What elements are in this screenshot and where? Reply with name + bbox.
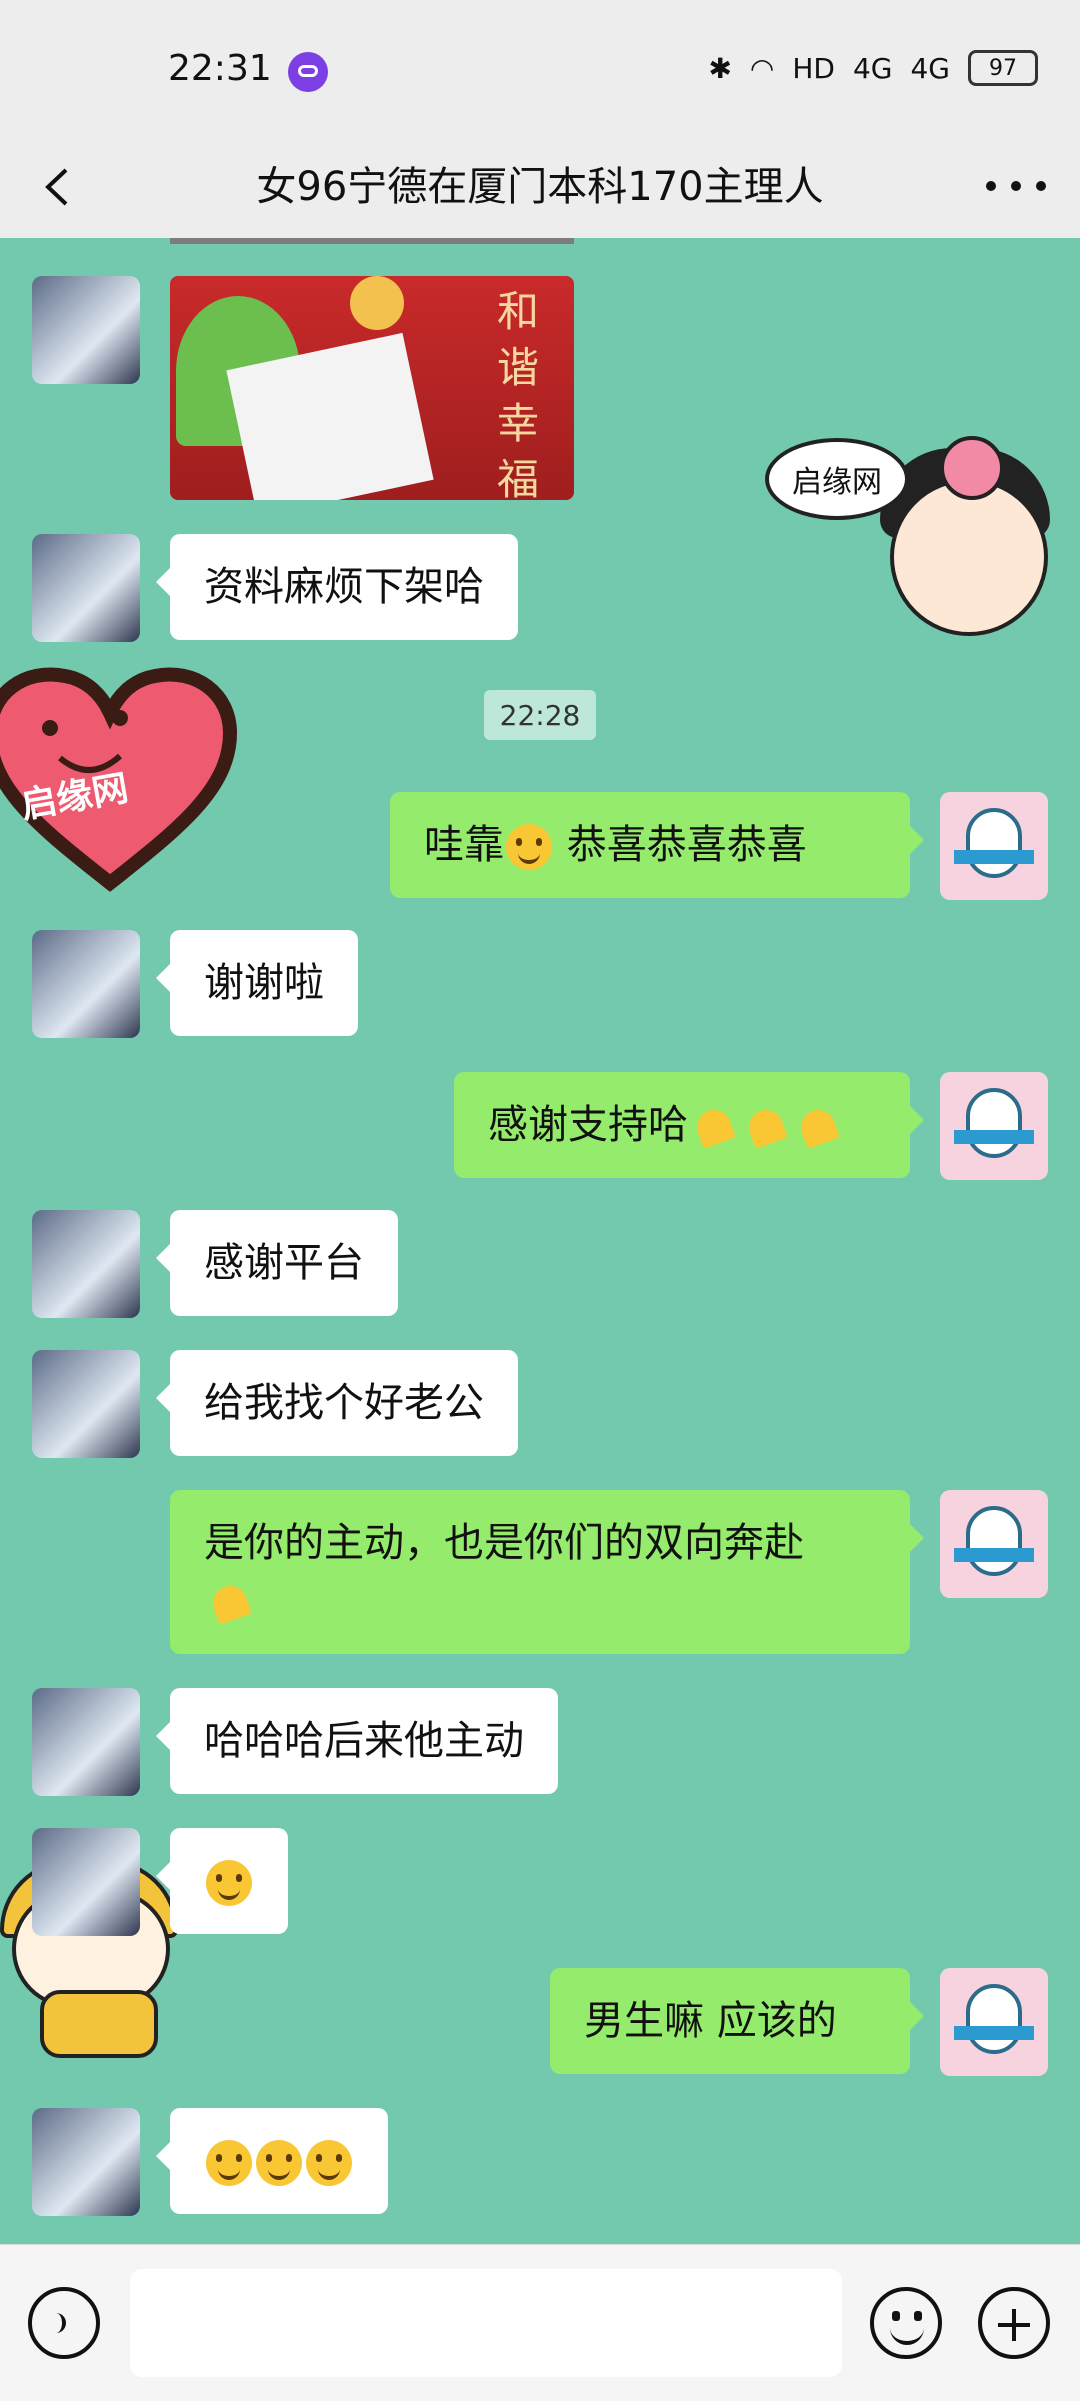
- message-input[interactable]: [130, 2269, 842, 2377]
- self-avatar[interactable]: [940, 1072, 1048, 1180]
- contact-avatar[interactable]: [32, 1210, 140, 1318]
- emoji-666-icon: [506, 824, 552, 870]
- status-bar: 22:31 ✱ ◠ HD 4G 4G 97: [0, 0, 1080, 140]
- wifi-icon: ◠: [749, 51, 775, 85]
- pray-hands-icon: [691, 1104, 737, 1150]
- message-bubble[interactable]: 谢谢啦: [156, 930, 358, 1036]
- grin-icon: [256, 2140, 302, 2186]
- battery-icon: 97: [968, 50, 1038, 86]
- sticker-sign: 启缘网: [765, 438, 909, 520]
- message-bubble-self[interactable]: 男生嘛 应该的: [550, 1968, 924, 2074]
- signal-icon-1: 4G: [852, 51, 893, 85]
- heart-sticker: 启缘网: [0, 658, 240, 898]
- previous-image-edge[interactable]: [170, 238, 574, 244]
- tears-of-joy-icon: [206, 1860, 252, 1906]
- message-bubble[interactable]: 哈哈哈后来他主动: [156, 1688, 558, 1794]
- message-text: 感谢支持哈: [488, 1102, 688, 1148]
- message-bubble[interactable]: 给我找个好老公: [156, 1350, 518, 1456]
- battery-level: 97: [989, 55, 1017, 81]
- grin-icon: [206, 2140, 252, 2186]
- photo-characters: 和谐幸福: [496, 287, 539, 500]
- message-text: 是你的主动，也是你们的双向奔赴: [204, 1520, 804, 1566]
- input-bar: [0, 2244, 1080, 2401]
- pray-hands-icon: [743, 1104, 789, 1150]
- seal-graphic: [350, 276, 404, 330]
- contact-avatar[interactable]: [32, 930, 140, 1038]
- message-bubble[interactable]: [156, 1828, 288, 1934]
- signal-icon-2: 4G: [910, 51, 950, 85]
- chat-title: 女96宁德在厦门本科170主理人: [256, 164, 824, 210]
- plus-icon[interactable]: [978, 2287, 1050, 2359]
- contact-avatar[interactable]: [32, 1688, 140, 1796]
- message-bubble[interactable]: 感谢平台: [156, 1210, 398, 1316]
- hd-badge: HD: [792, 51, 835, 85]
- time-divider: 22:28: [484, 690, 596, 740]
- emoji-icon[interactable]: [870, 2287, 942, 2359]
- contact-avatar[interactable]: [32, 1350, 140, 1458]
- contact-avatar[interactable]: [32, 534, 140, 642]
- more-options-icon[interactable]: [986, 166, 1046, 206]
- message-bubble[interactable]: 资料麻烦下架哈: [156, 534, 518, 640]
- message-bubble-self[interactable]: 感谢支持哈: [454, 1072, 924, 1178]
- app-notification-icon: [288, 52, 328, 92]
- shared-photo[interactable]: 和谐幸福: [170, 276, 574, 500]
- self-avatar[interactable]: [940, 792, 1048, 900]
- contact-avatar[interactable]: [32, 2108, 140, 2216]
- contact-avatar[interactable]: [32, 1828, 140, 1936]
- voice-icon[interactable]: [28, 2287, 100, 2359]
- self-avatar[interactable]: [940, 1490, 1048, 1598]
- status-time: 22:31: [168, 48, 272, 89]
- bluetooth-icon: ✱: [708, 51, 732, 85]
- message-text-2: 恭喜恭喜恭喜: [566, 822, 807, 868]
- grin-icon: [306, 2140, 352, 2186]
- sticker-princess: 启缘网: [765, 418, 1080, 638]
- contact-avatar[interactable]: [32, 276, 140, 384]
- pray-hands-icon: [795, 1104, 841, 1150]
- message-text: 哇靠: [424, 822, 504, 868]
- handshake-icon: [207, 1580, 253, 1626]
- self-avatar[interactable]: [940, 1968, 1048, 2076]
- message-bubble[interactable]: [156, 2108, 388, 2214]
- chat-header: 女96宁德在厦门本科170主理人: [0, 140, 1080, 239]
- message-bubble-self[interactable]: 哇靠 恭喜恭喜恭喜: [390, 792, 924, 898]
- message-bubble-self[interactable]: 是你的主动，也是你们的双向奔赴: [170, 1490, 924, 1654]
- status-icons: ✱ ◠ HD 4G 4G 97: [708, 50, 1038, 86]
- chat-area[interactable]: 和谐幸福 启缘网 资料麻烦下架哈 启缘网 22:28 哇靠 恭喜恭喜恭喜 谢谢啦…: [0, 238, 1080, 2244]
